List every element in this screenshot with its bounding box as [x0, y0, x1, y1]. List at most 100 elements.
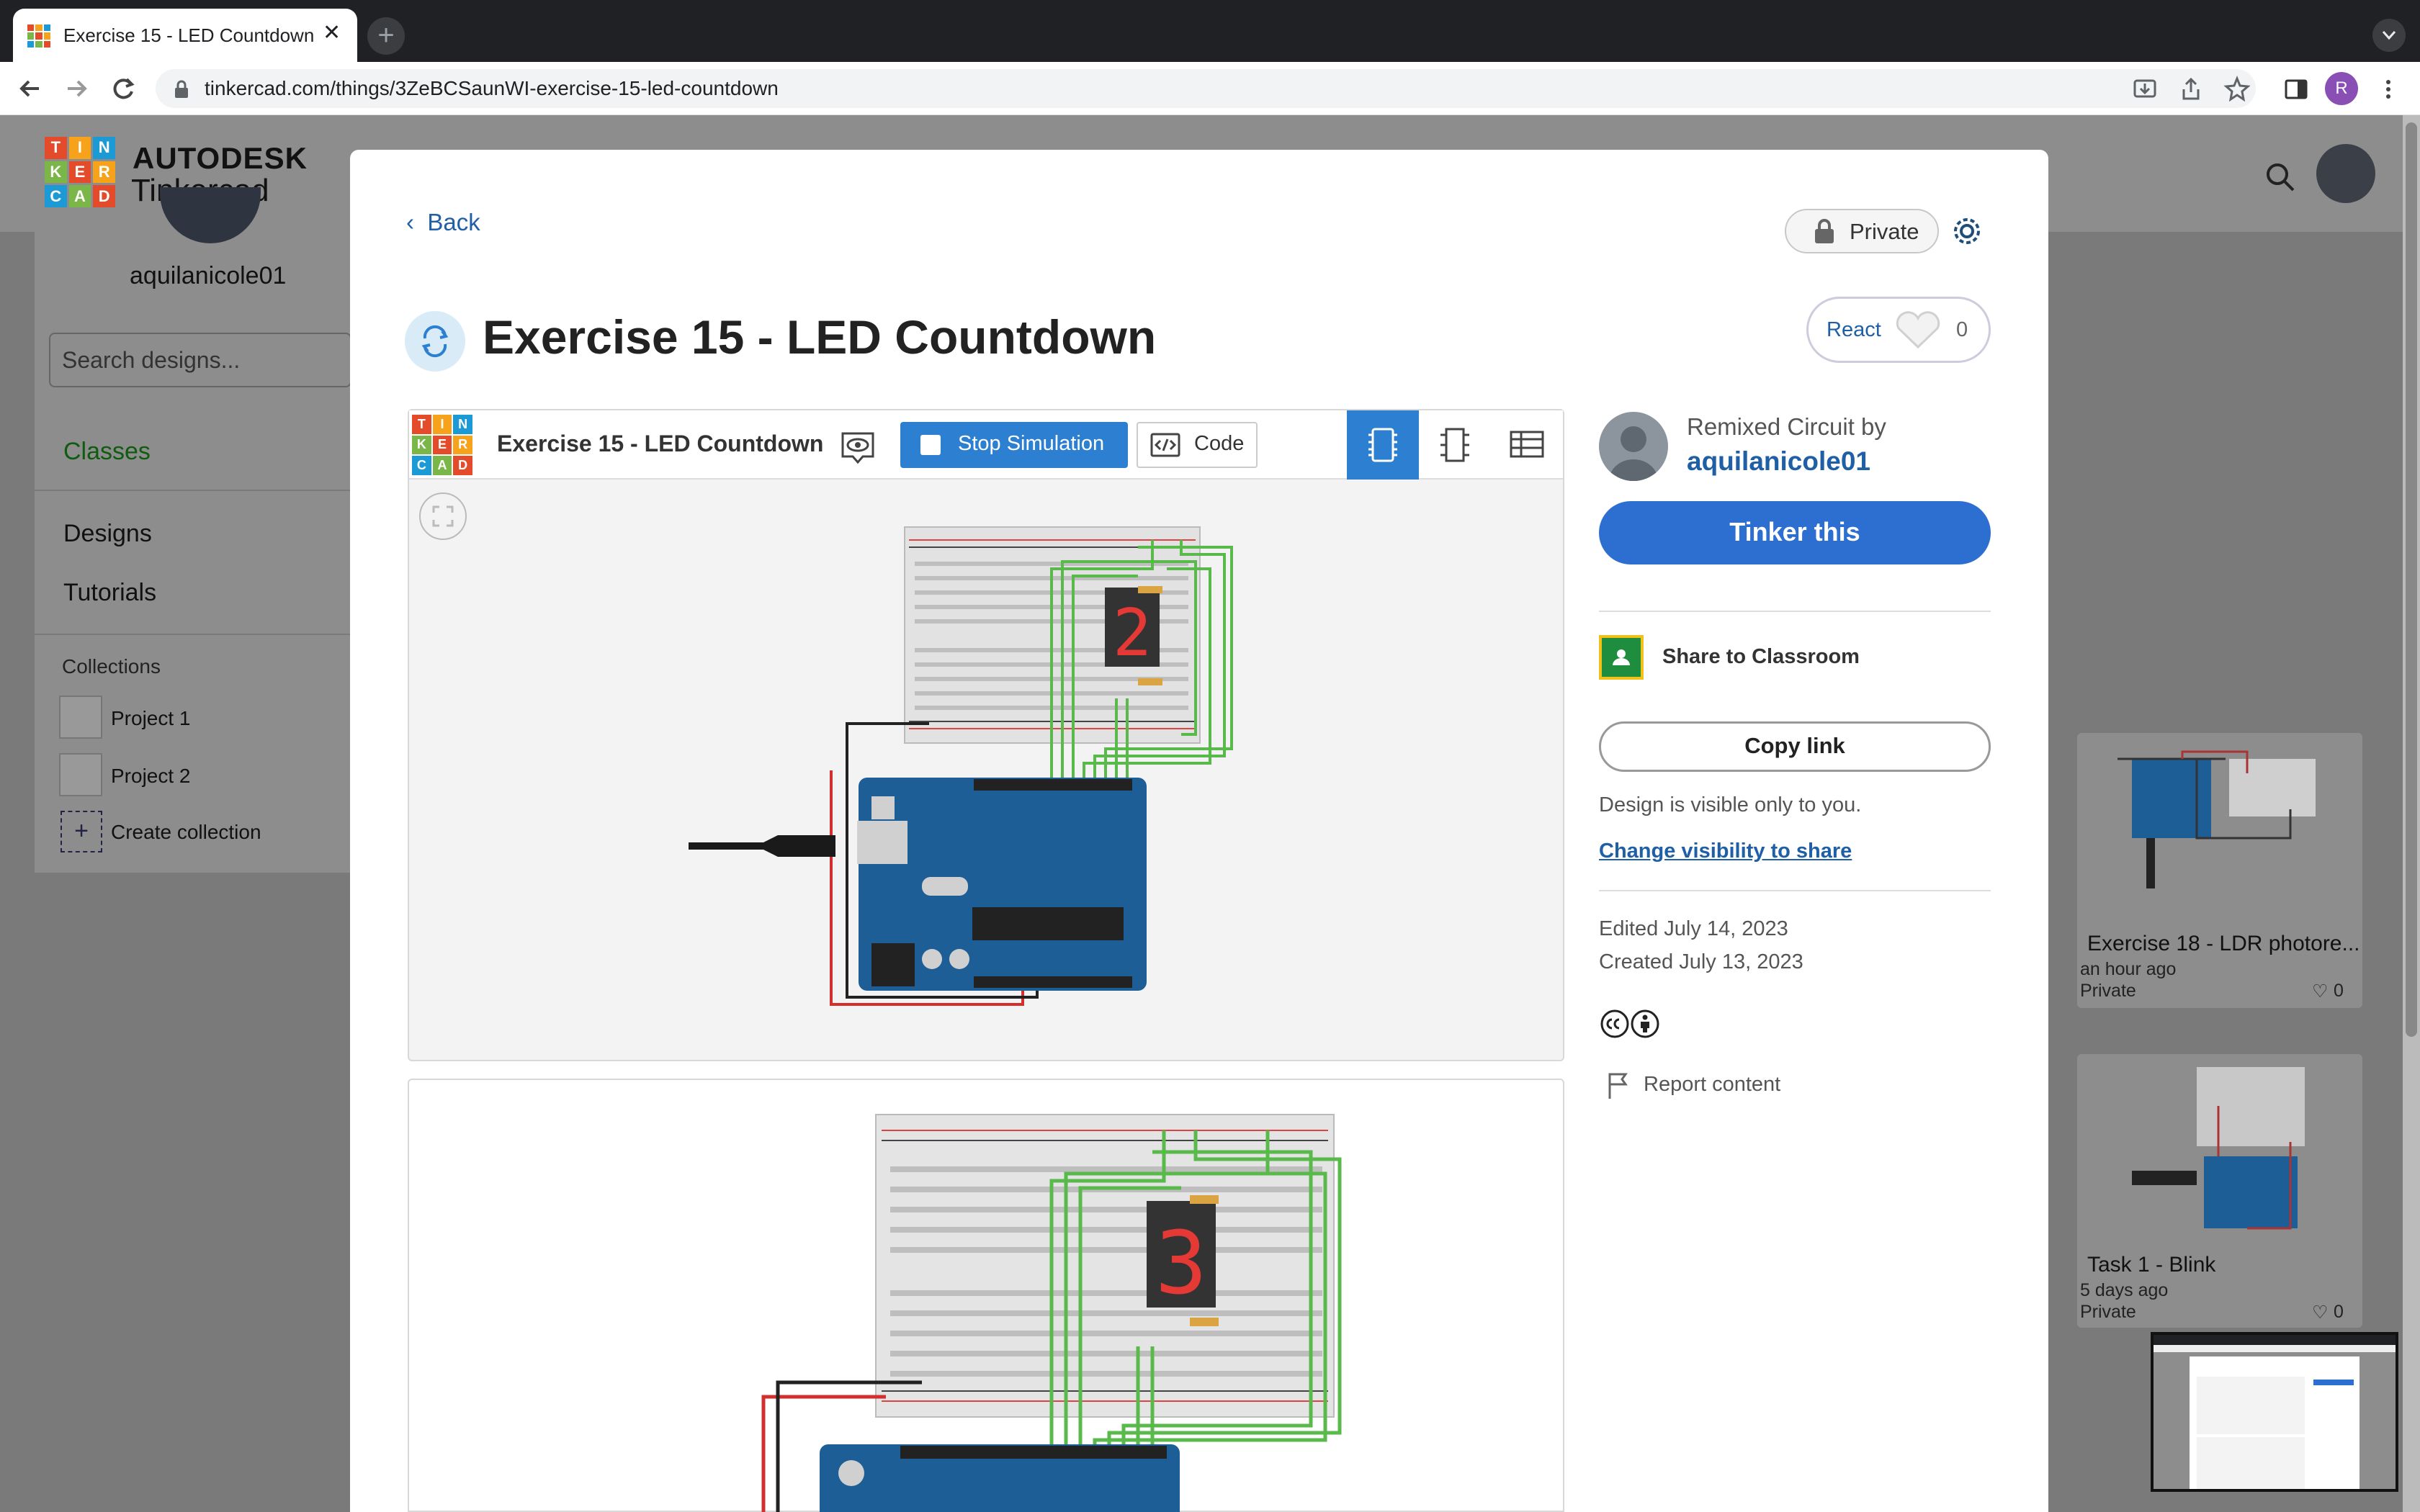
back-label: Back [427, 209, 480, 235]
forward-arrow-icon[interactable] [59, 72, 92, 105]
logo-letter: K [412, 435, 431, 455]
design-card-title[interactable]: Task 1 - Blink [2087, 1253, 2215, 1277]
digital-header [974, 779, 1132, 791]
tinkercad-logo[interactable]: T I N K E R C A D [45, 137, 115, 207]
profile-avatar[interactable]: R [2325, 72, 2358, 105]
resistor [1138, 586, 1162, 593]
change-visibility-link[interactable]: Change visibility to share [1599, 840, 1852, 863]
reset-button [871, 796, 895, 819]
creative-commons-icon[interactable] [1599, 1008, 1665, 1040]
new-tab-button[interactable]: + [367, 17, 405, 55]
eye-icon[interactable] [838, 428, 877, 467]
circuit-view-button[interactable] [1347, 410, 1419, 480]
heart-icon[interactable]: ♡ [2312, 1302, 2328, 1323]
flag-icon[interactable] [1606, 1071, 1631, 1100]
search-icon[interactable] [2262, 158, 2299, 196]
divider [35, 634, 351, 635]
seven-segment-digit: 2 [1113, 595, 1152, 671]
report-content-link[interactable]: Report content [1644, 1073, 1780, 1097]
google-classroom-icon[interactable] [1599, 635, 1644, 680]
component-list-button[interactable] [1491, 410, 1563, 480]
resistor [1190, 1195, 1219, 1204]
logo-letter: K [45, 161, 67, 184]
stop-icon [920, 435, 941, 455]
logo-letter: N [93, 137, 115, 159]
scrollbar-thumb[interactable] [2406, 122, 2417, 1037]
reload-icon[interactable] [107, 72, 140, 105]
chevron-down-icon [2382, 31, 2396, 40]
sidebar-item-classes[interactable]: Classes [63, 438, 151, 466]
plus-icon[interactable]: + [60, 811, 102, 852]
collection-thumbnail[interactable] [59, 753, 102, 796]
create-collection-link[interactable]: Create collection [111, 821, 261, 844]
tab-close-icon[interactable]: ✕ [323, 20, 341, 45]
author-name-link[interactable]: aquilanicole01 [1687, 446, 1870, 477]
install-app-icon[interactable] [2130, 75, 2159, 104]
gear-icon[interactable] [1950, 215, 1984, 248]
design-title: Exercise 15 - LED Countdown [483, 310, 1157, 364]
react-count: 0 [1956, 318, 1968, 341]
design-card-thumbnail [2132, 1067, 2305, 1230]
design-card-visibility: Private [2080, 1302, 2136, 1322]
design-card-time: 5 days ago [2080, 1280, 2169, 1300]
stop-simulation-label: Stop Simulation [958, 432, 1105, 455]
back-link[interactable]: ‹ Back [406, 209, 480, 236]
usb-cable [689, 835, 835, 857]
tab-title: Exercise 15 - LED Countdown [63, 24, 315, 46]
divider [1599, 611, 1991, 612]
collections-heading: Collections [62, 655, 161, 678]
tab-search-button[interactable] [2372, 19, 2406, 52]
logo-letter: R [453, 435, 472, 455]
table-icon [1510, 431, 1544, 458]
edited-date: Edited July 14, 2023 [1599, 917, 1788, 940]
logo-letter: D [93, 185, 115, 207]
user-avatar[interactable] [2316, 144, 2375, 203]
circuit-canvas[interactable]: 2 [677, 518, 1296, 1022]
breadboard-icon [1368, 428, 1397, 462]
crystal [922, 877, 968, 896]
logo-letter: D [453, 456, 472, 475]
tinkercad-favicon-icon [27, 24, 50, 48]
heart-icon[interactable] [1893, 311, 1943, 351]
collection-project-2[interactable]: Project 2 [111, 765, 191, 788]
more-menu-icon[interactable] [2374, 75, 2403, 104]
design-card-thumbnail [2118, 750, 2316, 888]
circuit-preview-canvas: 3 [761, 1114, 1342, 1512]
heart-icon[interactable]: ♡ [2312, 981, 2328, 1002]
lock-icon[interactable] [173, 79, 190, 99]
capacitor [949, 949, 969, 969]
logo-letter: A [432, 456, 452, 475]
schematic-view-button[interactable] [1419, 410, 1491, 480]
tinker-this-label: Tinker this [1729, 517, 1860, 546]
logo-letter: T [412, 415, 431, 434]
logo-letter: R [93, 161, 115, 184]
fullscreen-button[interactable] [419, 492, 467, 540]
share-to-classroom-link[interactable]: Share to Classroom [1662, 645, 1860, 669]
logo-letter: I [68, 137, 91, 159]
sidebar-item-tutorials[interactable]: Tutorials [63, 579, 156, 607]
design-card-likes: 0 [2334, 1302, 2344, 1322]
code-icon [1150, 433, 1180, 457]
side-panel-icon[interactable] [2282, 75, 2311, 104]
react-label: React [1827, 318, 1881, 341]
bookmark-star-icon[interactable] [2223, 75, 2251, 104]
remixed-by-label: Remixed Circuit by [1687, 413, 1886, 440]
sidebar-item-designs[interactable]: Designs [63, 520, 152, 548]
design-card-visibility: Private [2080, 981, 2136, 1001]
design-card-time: an hour ago [2080, 959, 2177, 979]
share-icon[interactable] [2177, 75, 2205, 104]
usb-port [857, 821, 908, 864]
url-text[interactable]: tinkercad.com/things/3ZeBCSaunWI-exercis… [205, 77, 779, 100]
lock-icon [1815, 219, 1834, 243]
visibility-text: Design is visible only to you. [1599, 793, 1862, 816]
search-designs-placeholder: Search designs... [62, 347, 241, 373]
logo-letter: C [412, 456, 431, 475]
remix-icon [405, 311, 465, 372]
author-avatar[interactable] [1599, 412, 1668, 481]
design-card-title[interactable]: Exercise 18 - LDR photore... [2087, 932, 2360, 956]
sidebar-username: aquilanicole01 [130, 262, 287, 289]
collection-project-1[interactable]: Project 1 [111, 707, 191, 730]
back-arrow-icon[interactable] [14, 72, 48, 105]
screenshot-preview-thumbnail[interactable] [2151, 1332, 2398, 1492]
collection-thumbnail[interactable] [59, 696, 102, 739]
